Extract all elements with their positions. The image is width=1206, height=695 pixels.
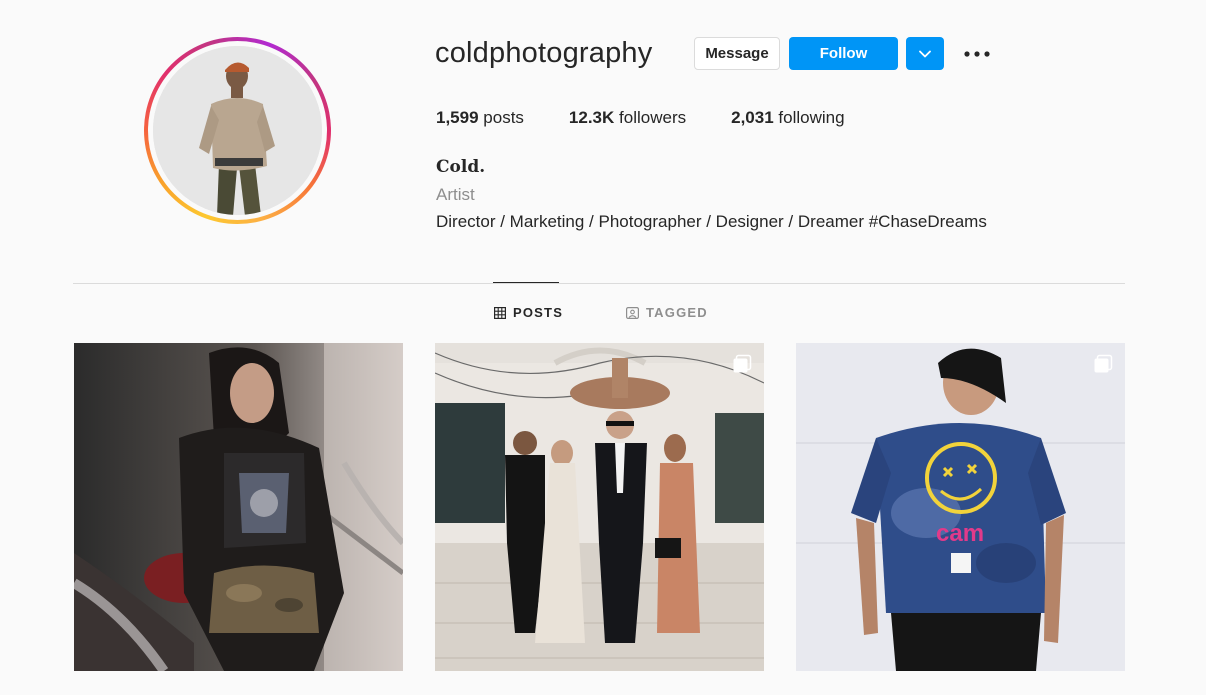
tab-tagged[interactable]: TAGGED (626, 305, 708, 320)
post-thumbnail[interactable]: cam (796, 343, 1125, 671)
chevron-down-icon (919, 50, 931, 57)
active-tab-indicator (493, 282, 559, 283)
post-image-woman-motorcycle (74, 343, 403, 671)
post-image-tiedye-shirt: cam (796, 343, 1125, 671)
multiple-photos-icon (1094, 354, 1113, 373)
more-dots-icon (964, 51, 990, 57)
tagged-icon (626, 306, 639, 319)
posts-label: posts (483, 108, 524, 127)
svg-text:cam: cam (936, 520, 984, 547)
grid-icon (494, 306, 506, 319)
message-button[interactable]: Message (694, 37, 780, 70)
following-label: following (778, 108, 845, 127)
post-thumbnail[interactable] (74, 343, 403, 671)
tab-posts-label: POSTS (513, 305, 564, 320)
followers-stat[interactable]: 12.3K followers (569, 108, 686, 128)
following-count: 2,031 (731, 108, 774, 127)
profile-avatar[interactable] (153, 46, 322, 215)
following-stat[interactable]: 2,031 following (731, 108, 844, 128)
bio-name: Cold. (436, 157, 486, 177)
bio-text: Director / Marketing / Photographer / De… (436, 212, 987, 231)
tab-tagged-label: TAGGED (646, 305, 708, 320)
multiple-photos-icon (733, 354, 752, 373)
bio-category: Artist (436, 185, 475, 204)
suggested-accounts-button[interactable] (906, 37, 944, 70)
more-options-button[interactable] (962, 43, 992, 65)
post-thumbnail[interactable] (435, 343, 764, 671)
post-image-group-fountain (435, 343, 764, 671)
avatar-photo (153, 46, 322, 215)
profile-avatar-ring[interactable] (144, 37, 331, 224)
tab-posts[interactable]: POSTS (494, 305, 563, 320)
follow-button[interactable]: Follow (789, 37, 898, 70)
tabs-divider (73, 283, 1125, 284)
followers-count: 12.3K (568, 108, 615, 127)
followers-label: followers (619, 108, 687, 127)
profile-username: coldphotography (435, 37, 653, 69)
posts-stat: 1,599 posts (436, 108, 524, 128)
posts-count: 1,599 (436, 108, 479, 127)
profile-stats: 1,599 posts 12.3K followers 2,031 follow… (436, 108, 890, 128)
